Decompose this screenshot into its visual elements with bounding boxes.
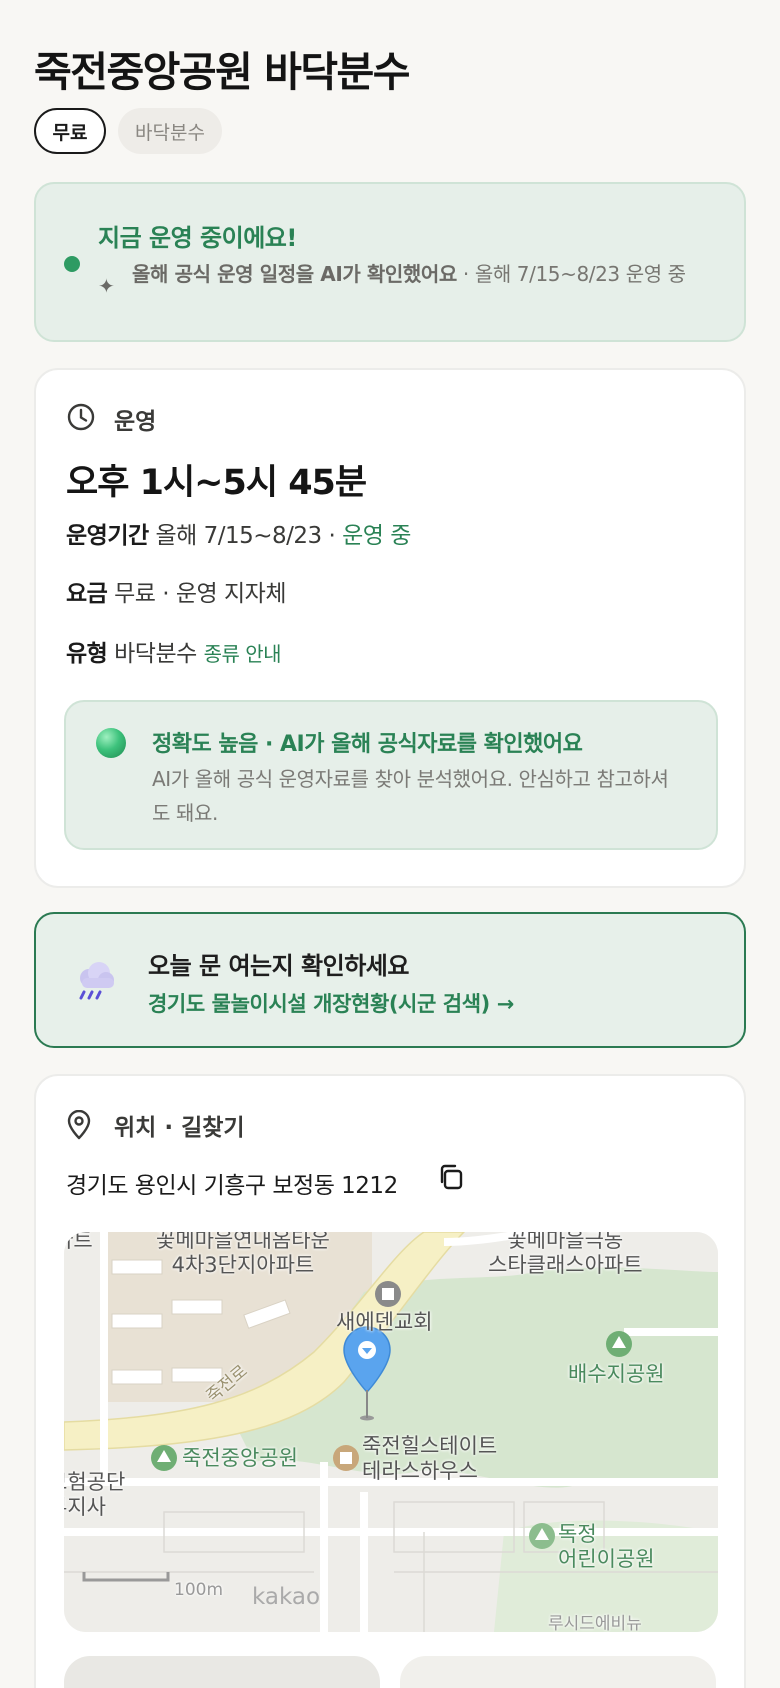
type-label: 유형 bbox=[66, 641, 108, 667]
operation-card: 운영 오후 1시~5시 45분 운영기간 올해 7/15~8/23 · 운영 중… bbox=[34, 368, 746, 888]
period-note: · 올해 7/15~8/23 운영 중 bbox=[462, 262, 686, 286]
fee-label: 요금 bbox=[66, 581, 108, 607]
location-section-label: 위치 · 길찾기 bbox=[114, 1115, 245, 1141]
accuracy-orb-icon bbox=[96, 728, 126, 758]
check-open-card[interactable]: 오늘 문 여는지 확인하세요 경기도 물놀이시설 개장현황(시군 검색) → bbox=[34, 912, 746, 1048]
open-status-link[interactable]: 경기도 물놀이시설 개장현황(시군 검색) → bbox=[148, 988, 514, 1018]
copy-icon[interactable] bbox=[436, 1162, 466, 1192]
map-canvas bbox=[64, 1232, 718, 1632]
fee-row: 요금 무료 · 운영 지자체 bbox=[66, 574, 287, 608]
period-status: 운영 중 bbox=[342, 523, 411, 549]
address-text: 경기도 용인시 기흥구 보정동 1212 bbox=[66, 1173, 398, 1199]
clock-icon bbox=[67, 403, 95, 431]
map-label-central-park: 죽전중앙공원 bbox=[182, 1446, 298, 1470]
price-chip: 무료 bbox=[34, 108, 106, 154]
accuracy-box: 정확도 높음 · AI가 올해 공식자료를 확인했어요 AI가 올해 공식 운영… bbox=[64, 700, 718, 850]
rain-cloud-icon bbox=[79, 962, 114, 1000]
map-label-apartment-2: 꽃메마을극동 스타클래스아파트 bbox=[488, 1232, 643, 1277]
type-chip: 바닥분수 bbox=[118, 108, 222, 154]
period-label: 운영기간 bbox=[66, 523, 149, 549]
operating-hours: 오후 1시~5시 45분 bbox=[66, 463, 367, 503]
map-label-terrace-house: 죽전힐스테이트 테라스하우스 bbox=[362, 1434, 498, 1483]
page-title: 죽전중앙공원 바닥분수 bbox=[34, 48, 410, 96]
status-headline: 지금 운영 중이에요! bbox=[98, 224, 297, 252]
period-row: 운영기간 올해 7/15~8/23 · 운영 중 bbox=[66, 516, 411, 550]
accuracy-title: 정확도 높음 · AI가 올해 공식자료를 확인했어요 bbox=[152, 732, 583, 757]
location-card: 위치 · 길찾기 경기도 용인시 기흥구 보정동 1212 꽃메마을연내옴타운 … bbox=[34, 1074, 746, 1688]
period-value: 올해 7/15~8/23 · bbox=[155, 523, 336, 549]
map-label-playground: 독정 어린이공원 bbox=[558, 1522, 655, 1571]
status-description: 올해 공식 운영 일정을 AI가 확인했어요 · 올해 7/15~8/23 운영… bbox=[132, 260, 732, 289]
map-scale: 100m bbox=[174, 1580, 224, 1600]
status-dot-icon bbox=[64, 256, 80, 272]
map-label-park: 배수지공원 bbox=[568, 1362, 665, 1386]
map-label-apartment: 꽃메마을연내옴타운 4차3단지아파트 bbox=[156, 1232, 330, 1277]
map-label-bottom-right: 루시드에비뉴 bbox=[548, 1614, 642, 1632]
type-row: 유형 바닥분수 종류 안내 bbox=[66, 634, 282, 668]
operation-section-label: 운영 bbox=[114, 409, 157, 435]
map-label-church: 새에덴교회 bbox=[336, 1310, 433, 1334]
check-title: 오늘 문 여는지 확인하세요 bbox=[148, 952, 409, 980]
map-brand-logo: kakao bbox=[252, 1584, 321, 1610]
sparkle-icon: ✦ bbox=[98, 274, 115, 298]
map-label-insurance: 보험공단 부지사 bbox=[64, 1470, 126, 1519]
accuracy-description: AI가 올해 공식 운영자료를 찾아 분석했어요. 안심하고 참고하셔도 돼요. bbox=[152, 767, 669, 825]
bottom-action-button-1[interactable] bbox=[64, 1656, 380, 1688]
operating-status-card: 지금 운영 중이에요! ✦ 올해 공식 운영 일정을 AI가 확인했어요 · 올… bbox=[34, 182, 746, 342]
ai-note: 올해 공식 운영 일정을 AI가 확인했어요 bbox=[132, 262, 457, 286]
map-label-edge: 파트 bbox=[64, 1232, 93, 1252]
map-view[interactable]: 꽃메마을연내옴타운 4차3단지아파트 꽃메마을극동 스타클래스아파트 새에덴교회… bbox=[64, 1232, 718, 1632]
type-value: 바닥분수 bbox=[114, 641, 197, 667]
type-guide-link[interactable]: 종류 안내 bbox=[204, 642, 282, 666]
fee-value: 무료 · 운영 지자체 bbox=[114, 581, 287, 607]
bottom-action-button-2[interactable] bbox=[400, 1656, 716, 1688]
location-pin-icon bbox=[67, 1110, 91, 1140]
